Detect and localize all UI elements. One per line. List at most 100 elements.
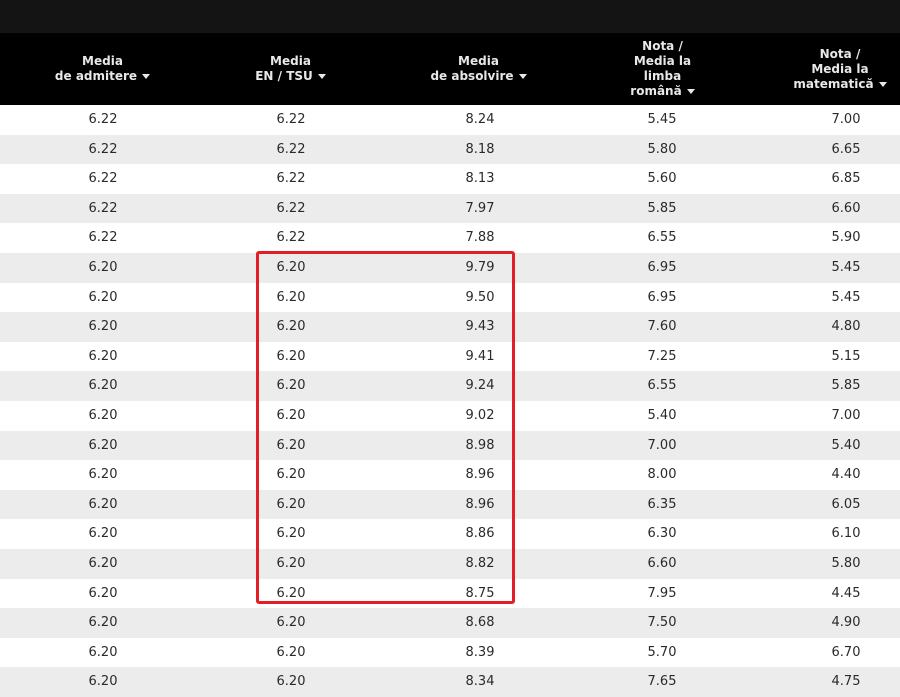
table-cell: 5.70 [647, 644, 677, 660]
table-cell: 5.80 [647, 141, 677, 157]
column-header-label: EN / TSU [255, 69, 313, 83]
table-row: 6.20 6.20 8.68 7.50 4.90 [0, 608, 900, 638]
table-cell: 4.45 [831, 585, 861, 601]
table-cell: 7.25 [647, 348, 677, 364]
table-cell: 6.20 [276, 378, 306, 394]
table-cell: 6.20 [276, 615, 306, 631]
column-header-media-absolvire[interactable]: Media de absolvire [416, 33, 541, 105]
sort-caret-icon[interactable] [518, 74, 527, 79]
table-cell: 6.22 [276, 141, 306, 157]
table-cell: 6.20 [276, 467, 306, 483]
table-cell: 7.65 [647, 674, 677, 690]
table-cell: 6.20 [276, 259, 306, 275]
table-row: 6.22 6.22 8.18 5.80 6.65 [0, 134, 900, 165]
table-cell: 7.00 [831, 407, 861, 423]
table-row: 6.22 6.22 8.24 5.45 7.00 [0, 105, 900, 135]
table-cell: 7.00 [647, 437, 677, 453]
table-cell: 9.43 [465, 319, 495, 335]
column-header-label: Media la [633, 54, 692, 68]
table-row: 6.20 6.20 8.75 7.95 4.45 [0, 578, 900, 609]
column-header-label: Media [82, 54, 123, 68]
table-cell: 7.50 [647, 615, 677, 631]
table-cell: 4.40 [831, 467, 861, 483]
table-row: 6.22 6.22 8.13 5.60 6.85 [0, 164, 900, 194]
table-cell: 6.85 [831, 171, 861, 187]
table-cell: 5.45 [831, 289, 861, 305]
table-row: 6.20 6.20 9.02 5.40 7.00 [0, 400, 900, 431]
table-cell: 8.00 [647, 467, 677, 483]
table-row: 6.20 6.20 9.79 6.95 5.45 [0, 252, 900, 283]
column-header-label: română [630, 84, 682, 98]
table-cell: 6.20 [88, 615, 118, 631]
table-cell: 6.22 [88, 141, 118, 157]
table-cell: 6.10 [831, 526, 861, 542]
table-cell: 6.22 [276, 230, 306, 246]
column-header-label: Nota / [819, 46, 861, 61]
table-cell: 6.20 [276, 644, 306, 660]
column-header-label: matematică [793, 76, 874, 91]
table-cell: 6.20 [88, 585, 118, 601]
table-cell: 6.20 [88, 644, 118, 660]
table-cell: 6.22 [276, 200, 306, 216]
sort-caret-icon[interactable] [878, 81, 887, 87]
table-cell: 6.20 [88, 526, 118, 542]
table-cell: 9.79 [465, 259, 495, 275]
table-cell: 5.85 [831, 378, 861, 394]
table-cell: 6.20 [88, 674, 118, 690]
table-row: 6.22 6.22 7.88 6.55 5.90 [0, 223, 900, 253]
table-cell: 6.20 [276, 407, 306, 423]
column-header-label: Media [270, 54, 311, 68]
table-row: 6.20 6.20 8.96 6.35 6.05 [0, 489, 900, 520]
table-cell: 8.39 [465, 644, 495, 660]
table-cell: 6.20 [276, 585, 306, 601]
table-row: 6.20 6.20 9.41 7.25 5.15 [0, 341, 900, 372]
column-header-label: de admitere [54, 69, 138, 83]
table-row: 6.22 6.22 7.97 5.85 6.60 [0, 193, 900, 224]
table-cell: 6.22 [88, 112, 118, 127]
table-cell: 8.96 [465, 496, 495, 512]
column-header-media-admitere[interactable]: Media de admitere [40, 33, 165, 105]
table-cell: 8.68 [465, 615, 495, 631]
table-cell: 6.60 [831, 200, 861, 216]
table-cell: 6.20 [88, 289, 118, 305]
table-cell: 9.02 [465, 407, 495, 423]
sort-caret-icon[interactable] [686, 89, 695, 94]
table-cell: 6.55 [647, 378, 677, 394]
table-row: 6.20 6.20 9.50 6.95 5.45 [0, 282, 900, 313]
table-cell: 6.22 [88, 200, 118, 216]
results-page: Media de admitere Media EN / TSU Media d… [0, 0, 900, 697]
table-cell: 6.20 [276, 437, 306, 453]
column-header-label: Media [458, 54, 499, 68]
column-header-label: de absolvire [430, 69, 514, 83]
table-cell: 5.15 [831, 348, 861, 364]
table-row: 6.20 6.20 8.82 6.60 5.80 [0, 548, 900, 579]
table-cell: 6.20 [276, 319, 306, 335]
table-cell: 9.41 [465, 348, 495, 364]
table-cell: 7.00 [831, 112, 861, 127]
sort-caret-icon[interactable] [317, 74, 326, 79]
column-header-media-en-tsu[interactable]: Media EN / TSU [228, 33, 353, 105]
column-header-nota-romana[interactable]: Nota / Media la limba română [600, 33, 725, 105]
table-cell: 6.20 [88, 378, 118, 394]
table-cell: 9.50 [465, 289, 495, 305]
table-cell: 8.98 [465, 437, 495, 453]
table-cell: 7.60 [647, 319, 677, 335]
table-cell: 8.34 [465, 674, 495, 690]
table-cell: 8.75 [465, 585, 495, 601]
column-header-nota-matematica[interactable]: Nota / Media la matematică [780, 33, 900, 105]
table-cell: 6.95 [647, 289, 677, 305]
top-bar [0, 0, 900, 33]
sort-caret-icon[interactable] [142, 74, 151, 79]
table-cell: 6.20 [276, 526, 306, 542]
table-cell: 6.60 [647, 555, 677, 571]
table-cell: 6.30 [647, 526, 677, 542]
table-cell: 9.24 [465, 378, 495, 394]
table-cell: 6.20 [88, 555, 118, 571]
table-row: 6.20 6.20 8.86 6.30 6.10 [0, 519, 900, 549]
table-cell: 7.97 [465, 200, 495, 216]
table-cell: 4.80 [831, 319, 861, 335]
table-cell: 6.20 [276, 496, 306, 512]
table-row: 6.20 6.20 9.24 6.55 5.85 [0, 371, 900, 401]
table-cell: 5.80 [831, 555, 861, 571]
table-cell: 6.20 [88, 259, 118, 275]
